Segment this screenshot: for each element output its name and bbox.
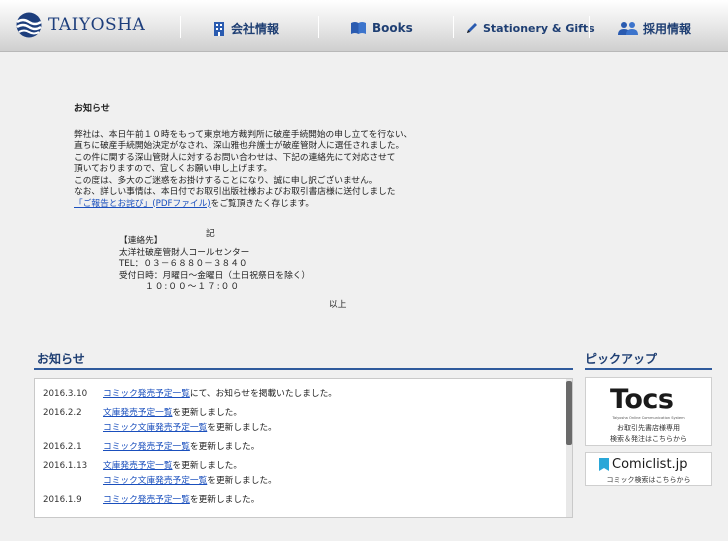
news-text: にて、お知らせを掲載いたしました。	[189, 389, 337, 399]
tocs-line2: 検索＆発注はこちらから	[610, 435, 687, 443]
news-link[interactable]: コミック発売予定一覧	[103, 389, 190, 399]
contact-line: 受付日時：月曜日～金曜日（土日祝祭日を除く）	[119, 270, 311, 281]
comiclist-banner[interactable]: Comiclist.jp コミック検索はこちらから	[585, 452, 712, 486]
nav-company-info[interactable]: 会社情報	[212, 18, 279, 38]
nav-label: 採用情報	[643, 21, 692, 36]
news-scrollbar[interactable]	[566, 379, 572, 517]
book-icon	[351, 22, 366, 34]
notice-line: なお、詳しい事情は、本日付でお取引出版社様およびお取引書店様に送付しました	[74, 187, 396, 197]
report-pdf-link[interactable]: 「ご報告とお詫び」(PDFファイル)	[74, 199, 211, 209]
nav-divider	[180, 16, 181, 38]
news-text: を更新しました。	[189, 495, 260, 505]
comic-book-icon	[599, 458, 609, 471]
tocs-banner[interactable]: Tocs Taiyosha Online Communication Syste…	[585, 377, 712, 446]
news-link[interactable]: 文庫発売予定一覧	[103, 461, 173, 471]
news-item: 2016.3.10 コミック発売予定一覧にて、お知らせを掲載いたしました。	[35, 387, 572, 402]
news-link[interactable]: コミック発売予定一覧	[103, 495, 190, 505]
notice-line: 頂いておりますので、宜しくお願い申し上げます。	[74, 164, 273, 174]
news-date: 2016.2.2	[43, 408, 82, 418]
news-date: 2016.1.13	[43, 461, 88, 471]
contact-block: 【連絡先】 太洋社破産管財人コールセンター TEL：０３－６８８０－３８４０ 受…	[119, 236, 310, 294]
notice-line-with-link: 「ご報告とお詫び」(PDFファイル)をご覧頂きたく存じます。	[74, 199, 474, 211]
news-heading-rule	[34, 368, 573, 370]
news-text: を更新しました。	[207, 423, 277, 433]
notice-line: 弊社は、本日午前１０時をもって東京地方裁判所に破産手続開始の申し立てを行ない、	[74, 129, 413, 140]
news-item: 2016.2.2 文庫発売予定一覧を更新しました。 コミック文庫発売予定一覧を更…	[35, 406, 572, 436]
pencil-icon	[467, 22, 477, 33]
nav-divider	[589, 16, 590, 38]
news-link[interactable]: コミック文庫発売予定一覧	[103, 476, 207, 486]
notice-line: この件に関する深山管財人に対するお問い合わせは、下記の連絡先にて対応させて	[74, 152, 396, 163]
news-item: 2016.2.1 コミック発売予定一覧を更新しました。	[35, 440, 572, 455]
nav-label: 会社情報	[231, 21, 280, 36]
contact-hours: １０:００～１７:００	[145, 282, 241, 292]
pickup-heading-rule	[585, 368, 712, 370]
nav-label: Books	[372, 21, 413, 35]
logo-text: TAIYOSHA	[48, 15, 146, 35]
contact-phone: TEL：０３－６８８０－３８４０	[119, 259, 248, 269]
contact-line: 太洋社破産管財人コールセンター	[119, 247, 250, 258]
news-date: 2016.1.9	[43, 495, 82, 505]
news-date: 2016.3.10	[43, 389, 88, 399]
news-text: を更新しました。	[189, 442, 260, 452]
site-header: TAIYOSHA 会社情報 Books Stationery & Gifts 採…	[0, 0, 728, 52]
nav-divider	[453, 16, 454, 38]
tocs-line1: お取引先書店様専用	[617, 424, 680, 432]
ijou-mark: 以上	[329, 300, 347, 310]
news-date: 2016.2.1	[43, 442, 82, 452]
news-item: 2016.1.9 コミック発売予定一覧を更新しました。	[35, 493, 572, 508]
news-list[interactable]: 2016.3.10 コミック発売予定一覧にて、お知らせを掲載いたしました。 20…	[34, 378, 573, 518]
tocs-logo: Tocs	[610, 384, 674, 415]
notice-title: お知らせ	[74, 104, 110, 114]
nav-books[interactable]: Books	[350, 18, 413, 38]
nav-recruit[interactable]: 採用情報	[618, 18, 691, 38]
pickup-heading: ピックアップ	[585, 352, 658, 366]
contact-line: 【連絡先】	[119, 236, 163, 246]
bankruptcy-notice: お知らせ 弊社は、本日午前１０時をもって東京地方裁判所に破産手続開始の申し立てを…	[74, 104, 474, 210]
news-item: 2016.1.13 文庫発売予定一覧を更新しました。 コミック文庫発売予定一覧を…	[35, 459, 572, 489]
news-text: を更新しました。	[207, 476, 277, 486]
notice-after-link: をご覧頂きたく存じます。	[210, 198, 315, 209]
nav-stationery-gifts[interactable]: Stationery & Gifts	[465, 18, 595, 38]
comiclist-sub: コミック検索はこちらから	[606, 476, 691, 484]
wave-logo-icon	[16, 12, 42, 38]
news-heading: お知らせ	[37, 352, 85, 366]
tocs-subtitle: Taiyosha Online Communication System	[612, 416, 685, 420]
news-link[interactable]: 文庫発売予定一覧	[103, 408, 173, 418]
nav-label: Stationery & Gifts	[483, 21, 595, 35]
nav-divider	[318, 16, 319, 38]
site-logo[interactable]: TAIYOSHA	[14, 12, 145, 38]
building-icon	[214, 21, 224, 36]
notice-line: 直ちに破産手続開始決定がなされ、深山雅也弁護士が破産管財人に選任されました。	[74, 141, 405, 151]
news-text: を更新しました。	[172, 408, 243, 418]
news-link[interactable]: コミック発売予定一覧	[103, 442, 190, 452]
comiclist-logo: Comiclist.jp	[598, 457, 688, 472]
news-text: を更新しました。	[172, 461, 243, 471]
notice-line: この度は、多大のご迷惑をお掛けすることになり、誠に申し訳ございません。	[74, 175, 378, 186]
people-icon	[618, 22, 638, 35]
comiclist-logo-text: Comiclist.jp	[612, 457, 688, 472]
news-link[interactable]: コミック文庫発売予定一覧	[103, 423, 207, 433]
scrollbar-thumb[interactable]	[566, 381, 572, 445]
